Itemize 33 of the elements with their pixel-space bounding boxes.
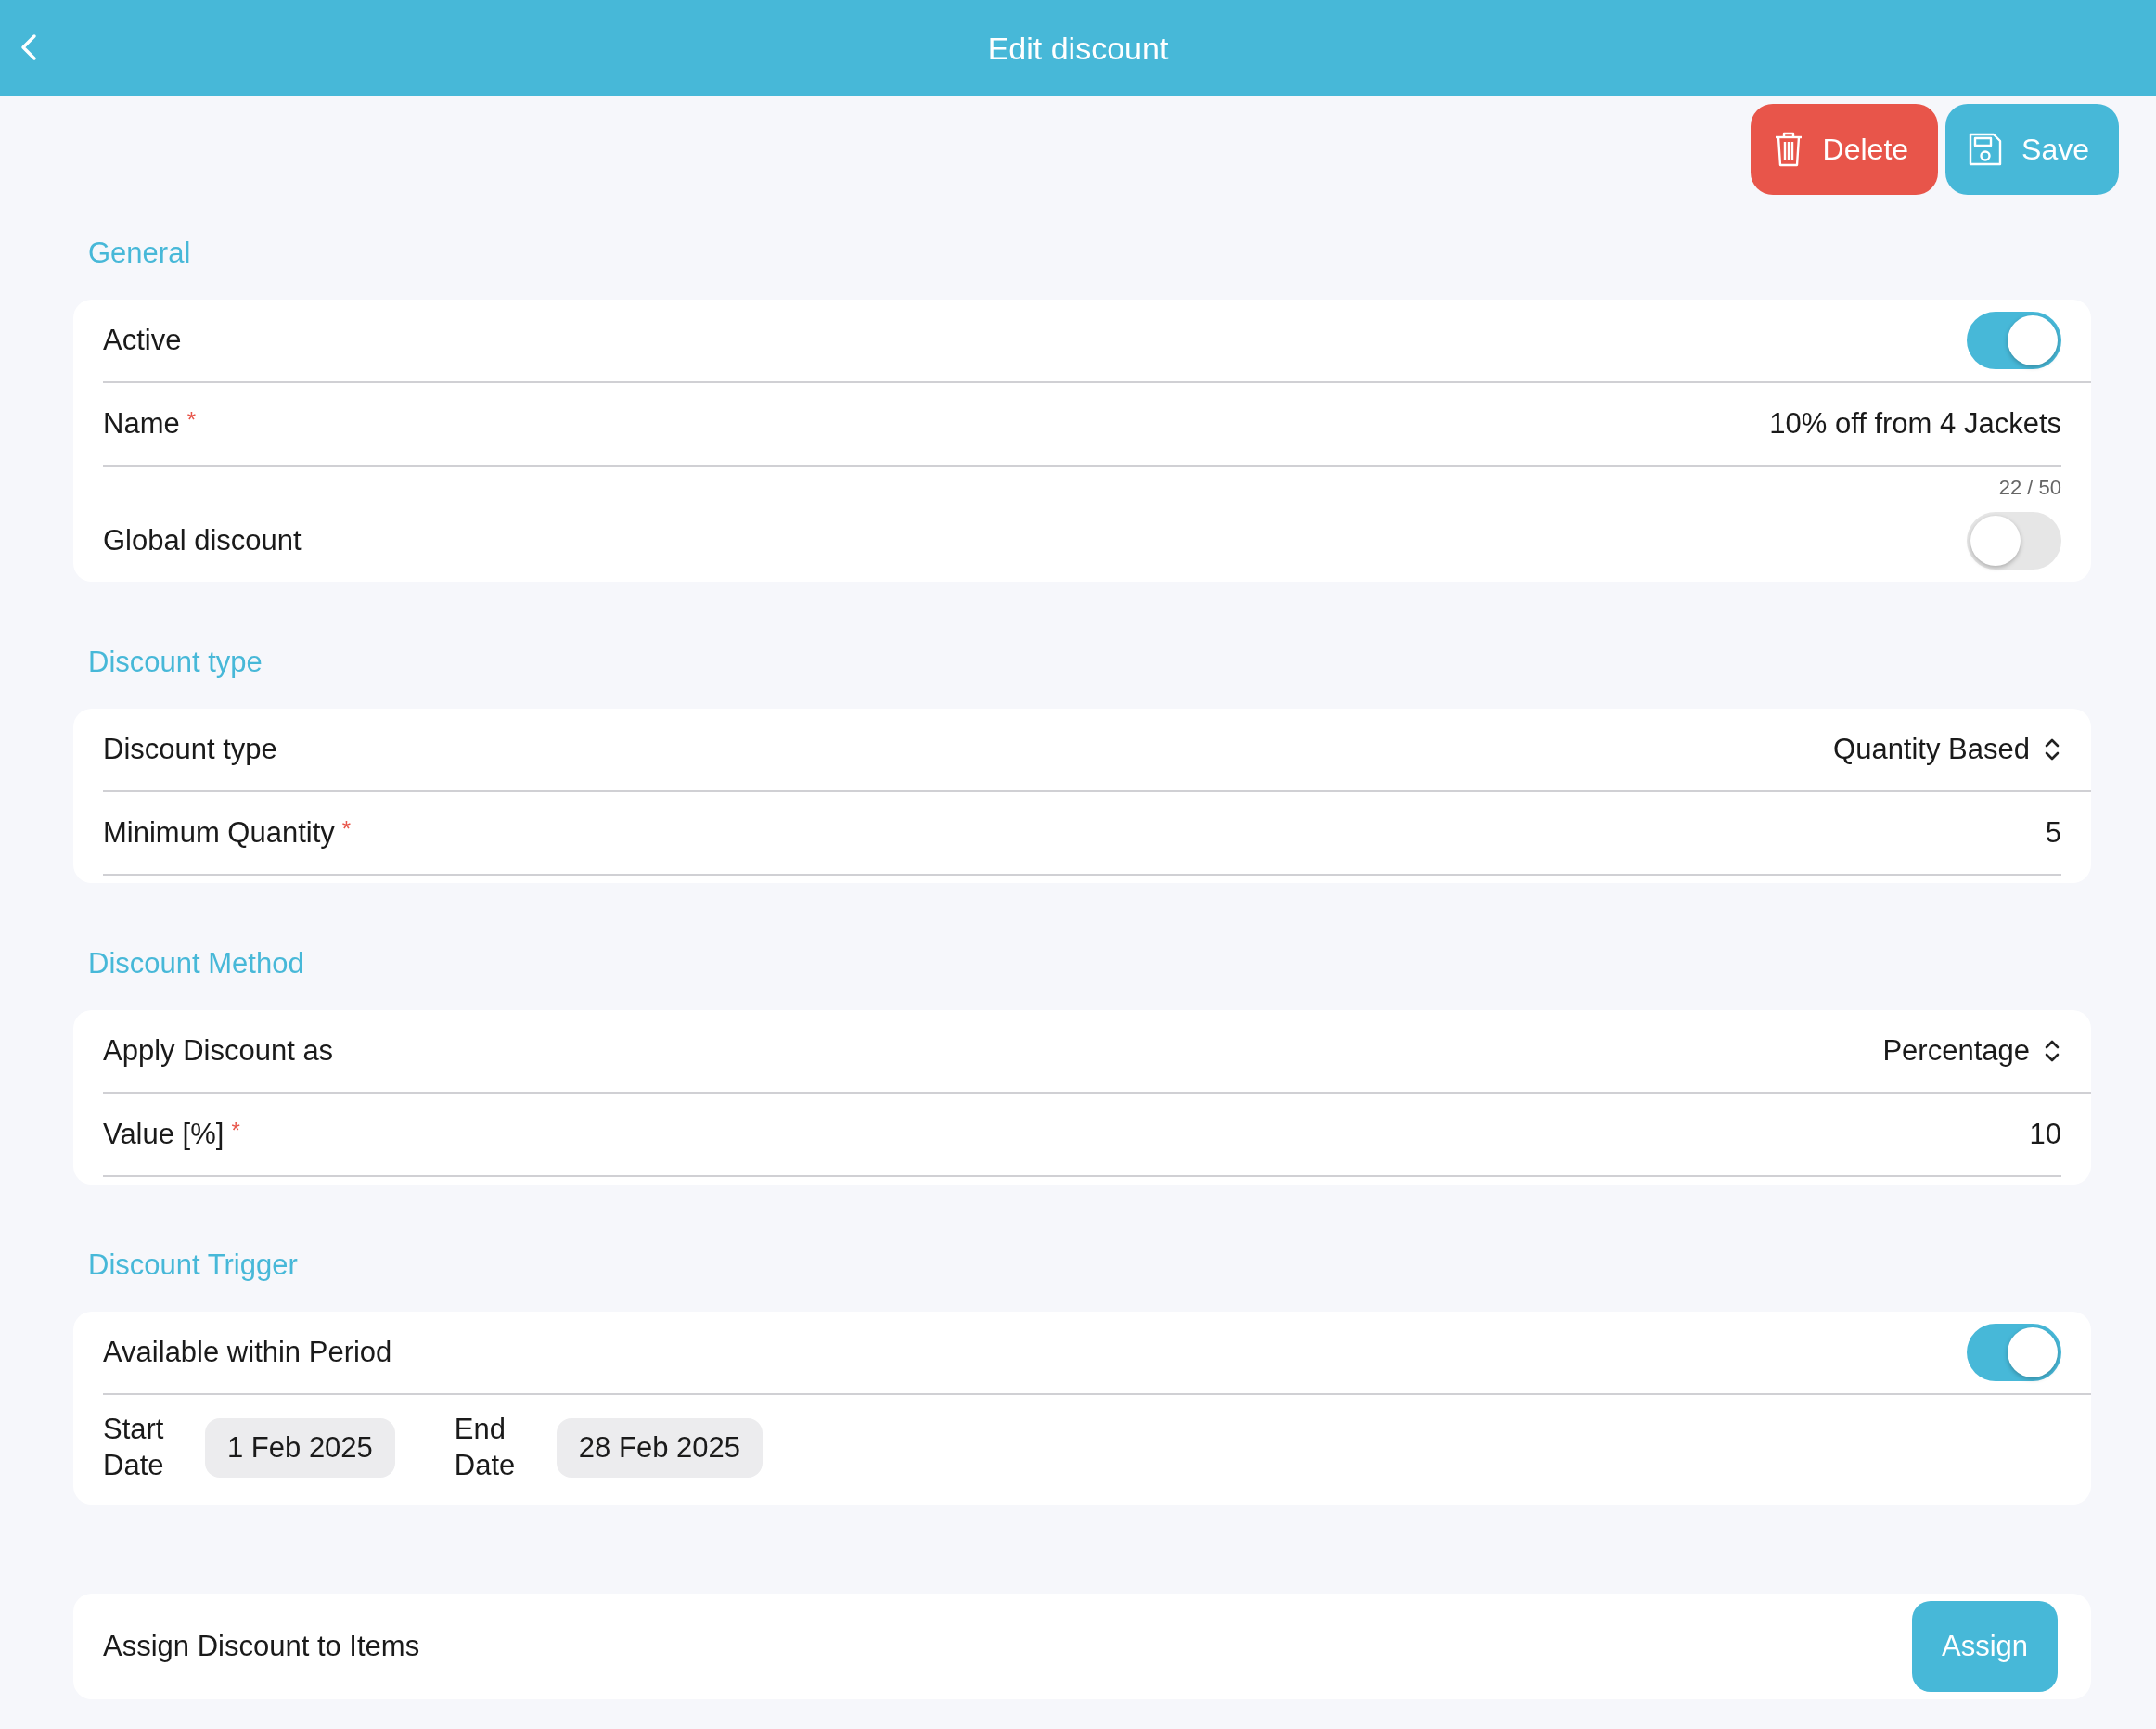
page-title: Edit discount bbox=[987, 30, 1169, 67]
setting-label: Discount type bbox=[103, 733, 277, 766]
delete-button[interactable]: Delete bbox=[1750, 104, 1939, 195]
assign-label: Assign Discount to Items bbox=[103, 1629, 420, 1663]
section-title: Discount type bbox=[88, 645, 263, 680]
date-picker[interactable]: 28 Feb 2025 bbox=[556, 1417, 763, 1478]
setting-label: Available within Period bbox=[103, 1336, 392, 1369]
input-field[interactable]: 10 bbox=[1992, 1118, 2061, 1151]
date-label: Start Date bbox=[103, 1412, 165, 1483]
section-title: General bbox=[88, 236, 192, 271]
field-label: Value [%] bbox=[103, 1118, 225, 1151]
required-asterisk: * bbox=[341, 816, 352, 842]
setting-label: Active bbox=[103, 324, 182, 357]
field-label: Minimum Quantity bbox=[103, 816, 335, 850]
toggle-switch[interactable] bbox=[1967, 1324, 2061, 1381]
required-asterisk: * bbox=[231, 1118, 240, 1144]
character-counter: 22 / 50 bbox=[1998, 476, 2061, 500]
date-picker[interactable]: 1 Feb 2025 bbox=[205, 1417, 395, 1478]
required-asterisk: * bbox=[186, 407, 197, 433]
select-dropdown[interactable]: Quantity Based bbox=[1833, 733, 2061, 766]
toggle-switch[interactable] bbox=[1967, 512, 2061, 570]
section-title: Discount Trigger bbox=[88, 1248, 299, 1283]
toggle-switch[interactable] bbox=[1967, 312, 2061, 369]
up-down-chevron-icon bbox=[2043, 1038, 2061, 1064]
input-field[interactable]: 5 bbox=[2008, 816, 2061, 850]
input-field[interactable]: 10% off from 4 Jackets bbox=[1658, 407, 2061, 441]
select-dropdown[interactable]: Percentage bbox=[1882, 1034, 2061, 1068]
up-down-chevron-icon bbox=[2043, 736, 2061, 762]
setting-label: Apply Discount as bbox=[103, 1034, 334, 1068]
field-label: Name bbox=[103, 407, 180, 441]
section-title: Discount Method bbox=[88, 946, 305, 981]
date-label: End Date bbox=[454, 1412, 517, 1483]
setting-label: Global discount bbox=[103, 524, 302, 557]
